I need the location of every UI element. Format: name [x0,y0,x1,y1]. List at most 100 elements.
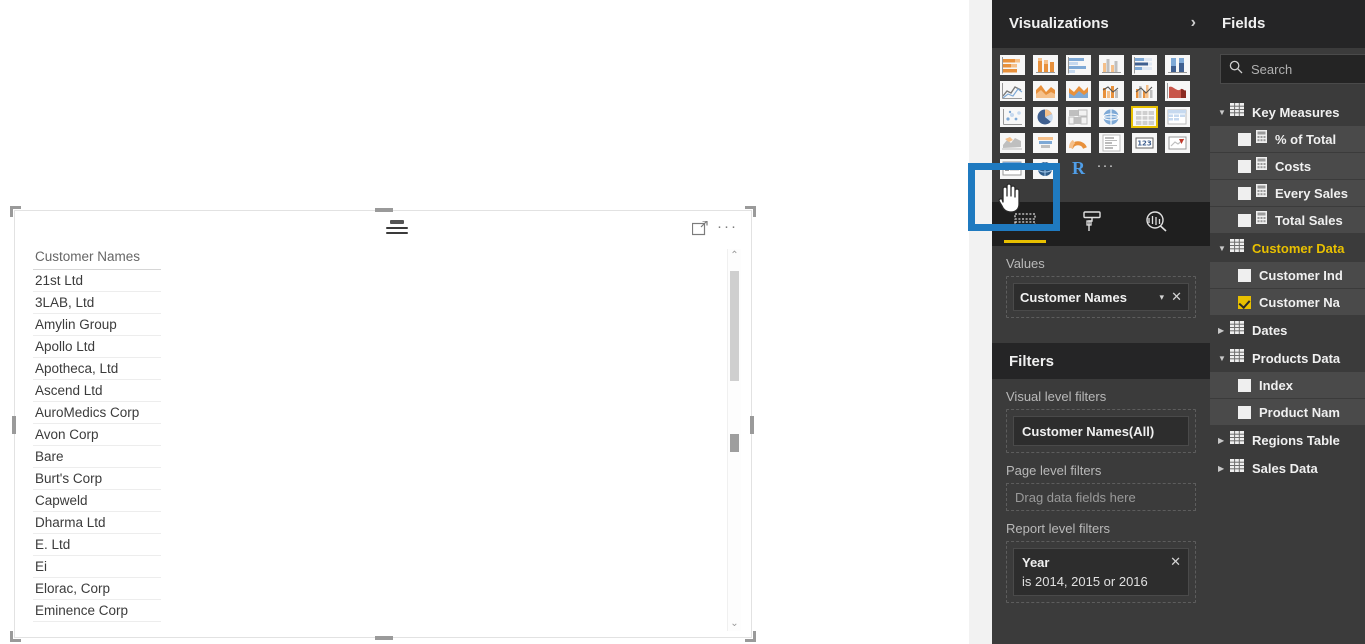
values-well[interactable]: Customer Names ▾ ✕ [1006,276,1196,318]
scatter-chart-icon[interactable] [999,106,1026,128]
visual-vertical-scrollbar[interactable]: ⌃ ⌄ [727,249,741,631]
analytics-tab[interactable] [1124,202,1190,246]
clustered-column-chart-icon[interactable] [1098,54,1125,76]
fields-group-dates[interactable]: ▶ Dates [1210,316,1365,344]
table-row[interactable]: Avon Corp [33,424,161,446]
fields-item-every-sales[interactable]: Every Sales [1210,180,1365,206]
line-and-clustered-column-chart-icon[interactable] [1131,80,1158,102]
column-header-customer-names[interactable]: Customer Names [33,247,161,270]
scrollbar-thumb[interactable] [730,271,739,381]
filter-pill-customer-names[interactable]: Customer Names(All) [1013,416,1189,446]
fields-item-costs[interactable]: Costs [1210,153,1365,179]
table-row[interactable]: Ascend Ltd [33,380,161,402]
table-row[interactable]: 3LAB, Ltd [33,292,161,314]
more-visuals-icon[interactable]: ··· [1092,158,1119,180]
fields-item-customer-ind[interactable]: Customer Ind [1210,262,1365,288]
map-icon[interactable] [1098,106,1125,128]
visual-level-filters-well[interactable]: Customer Names(All) [1006,409,1196,453]
page-level-filters-dropzone[interactable]: Drag data fields here [1006,483,1196,511]
filter-card-year[interactable]: Year is 2014, 2015 or 2016 ✕ [1013,548,1189,596]
table-row[interactable]: Eminence Corp [33,600,161,622]
report-level-filters-well[interactable]: Year is 2014, 2015 or 2016 ✕ [1006,541,1196,603]
table-row[interactable]: Capweld [33,490,161,512]
hundred-percent-stacked-column-chart-icon[interactable] [1164,54,1191,76]
area-chart-icon[interactable] [1032,80,1059,102]
field-checkbox[interactable] [1238,268,1251,282]
remove-field-icon[interactable]: ✕ [1171,289,1182,305]
table-icon[interactable] [1164,106,1191,128]
field-checkbox[interactable] [1238,186,1251,200]
table-row[interactable]: Burt's Corp [33,468,161,490]
table-row[interactable]: Dharma Ltd [33,512,161,534]
table-row[interactable]: AuroMedics Corp [33,402,161,424]
stacked-column-chart-icon[interactable] [1032,54,1059,76]
scroll-up-arrow-icon[interactable]: ⌃ [728,249,741,263]
resize-handle-middle-right[interactable] [750,416,754,434]
stacked-bar-chart-icon[interactable] [999,54,1026,76]
visualization-pane-tabs[interactable] [992,202,1210,246]
table-row[interactable]: Amylin Group [33,314,161,336]
r-script-visual-icon[interactable]: R [1065,158,1092,180]
stacked-area-chart-icon[interactable] [1065,80,1092,102]
funnel-chart-icon[interactable] [1032,132,1059,154]
table-row[interactable]: 21st Ltd [33,270,161,292]
treemap-icon[interactable] [1065,106,1092,128]
fields-tree[interactable]: ▼ Key Measures % of Total Costs Every Sales T… [1210,92,1365,482]
fields-item--of-total[interactable]: % of Total [1210,126,1365,152]
chevron-right-icon[interactable]: ▶ [1218,326,1230,335]
multi-row-card-icon[interactable] [1098,132,1125,154]
card-icon[interactable]: 123 [1131,132,1158,154]
table-row[interactable]: Bare [33,446,161,468]
fields-tab[interactable] [992,202,1058,246]
resize-handle-top-left[interactable] [10,206,21,217]
ribbon-chart-icon[interactable] [1164,80,1191,102]
fields-group-products-data[interactable]: ▼ Products Data [1210,344,1365,372]
clustered-bar-chart-icon[interactable] [1065,54,1092,76]
chevron-down-icon[interactable]: ▼ [1218,108,1230,117]
more-options-icon[interactable]: ··· [717,219,739,236]
table-visual[interactable]: ··· Customer Names 21st Ltd 3LAB, Ltd Amyl… [10,206,756,642]
line-and-stacked-column-chart-icon[interactable] [1098,80,1125,102]
search-input[interactable]: Search [1220,54,1365,84]
table-row[interactable]: Apotheca, Ltd [33,358,161,380]
scroll-down-arrow-icon[interactable]: ⌄ [728,617,741,631]
fields-item-customer-na[interactable]: Customer Na [1210,289,1365,315]
chevron-right-icon[interactable]: ▶ [1218,464,1230,473]
table-row[interactable]: Elorac, Corp [33,578,161,600]
line-chart-icon[interactable] [999,80,1026,102]
fields-group-sales-data[interactable]: ▶ Sales Data [1210,454,1365,482]
gauge-chart-icon[interactable] [1065,132,1092,154]
field-checkbox[interactable] [1238,295,1251,309]
values-field-customer-names[interactable]: Customer Names ▾ ✕ [1013,283,1189,311]
fields-group-customer-data[interactable]: ▼ Customer Data [1210,234,1365,262]
resize-handle-bottom-right[interactable] [745,631,756,642]
resize-handle-middle-left[interactable] [12,416,16,434]
fields-group-regions-table[interactable]: ▶ Regions Table [1210,426,1365,454]
fields-item-product-nam[interactable]: Product Nam [1210,399,1365,425]
resize-handle-bottom-center[interactable] [375,636,393,640]
matrix-icon[interactable] [1131,106,1158,128]
resize-handle-top-center[interactable] [375,208,393,212]
fields-item-index[interactable]: Index [1210,372,1365,398]
remove-filter-icon[interactable]: ✕ [1170,554,1181,570]
field-checkbox[interactable] [1238,132,1251,146]
chevron-right-icon[interactable]: › [1191,14,1196,32]
sort-bars-icon[interactable] [383,220,411,236]
scrollbar-position-tick[interactable] [730,434,739,452]
kpi-icon[interactable] [1164,132,1191,154]
globe-custom-visual-icon[interactable] [1032,158,1059,180]
chevron-down-icon[interactable]: ▼ [1218,354,1230,363]
field-checkbox[interactable] [1238,405,1251,419]
table-row[interactable]: Apollo Ltd [33,336,161,358]
slicer-icon[interactable] [999,158,1026,180]
table-row[interactable]: ETUDE Ltd [33,622,161,627]
field-checkbox[interactable] [1238,378,1251,392]
table-row[interactable]: E. Ltd [33,534,161,556]
chevron-down-icon[interactable]: ▼ [1218,244,1230,253]
hundred-percent-stacked-bar-chart-icon[interactable] [1131,54,1158,76]
pie-chart-icon[interactable] [1032,106,1059,128]
format-tab[interactable] [1058,202,1124,246]
table-body[interactable]: Customer Names 21st Ltd 3LAB, Ltd Amylin G… [33,247,733,627]
resize-handle-bottom-left[interactable] [10,631,21,642]
table-row[interactable]: Ei [33,556,161,578]
